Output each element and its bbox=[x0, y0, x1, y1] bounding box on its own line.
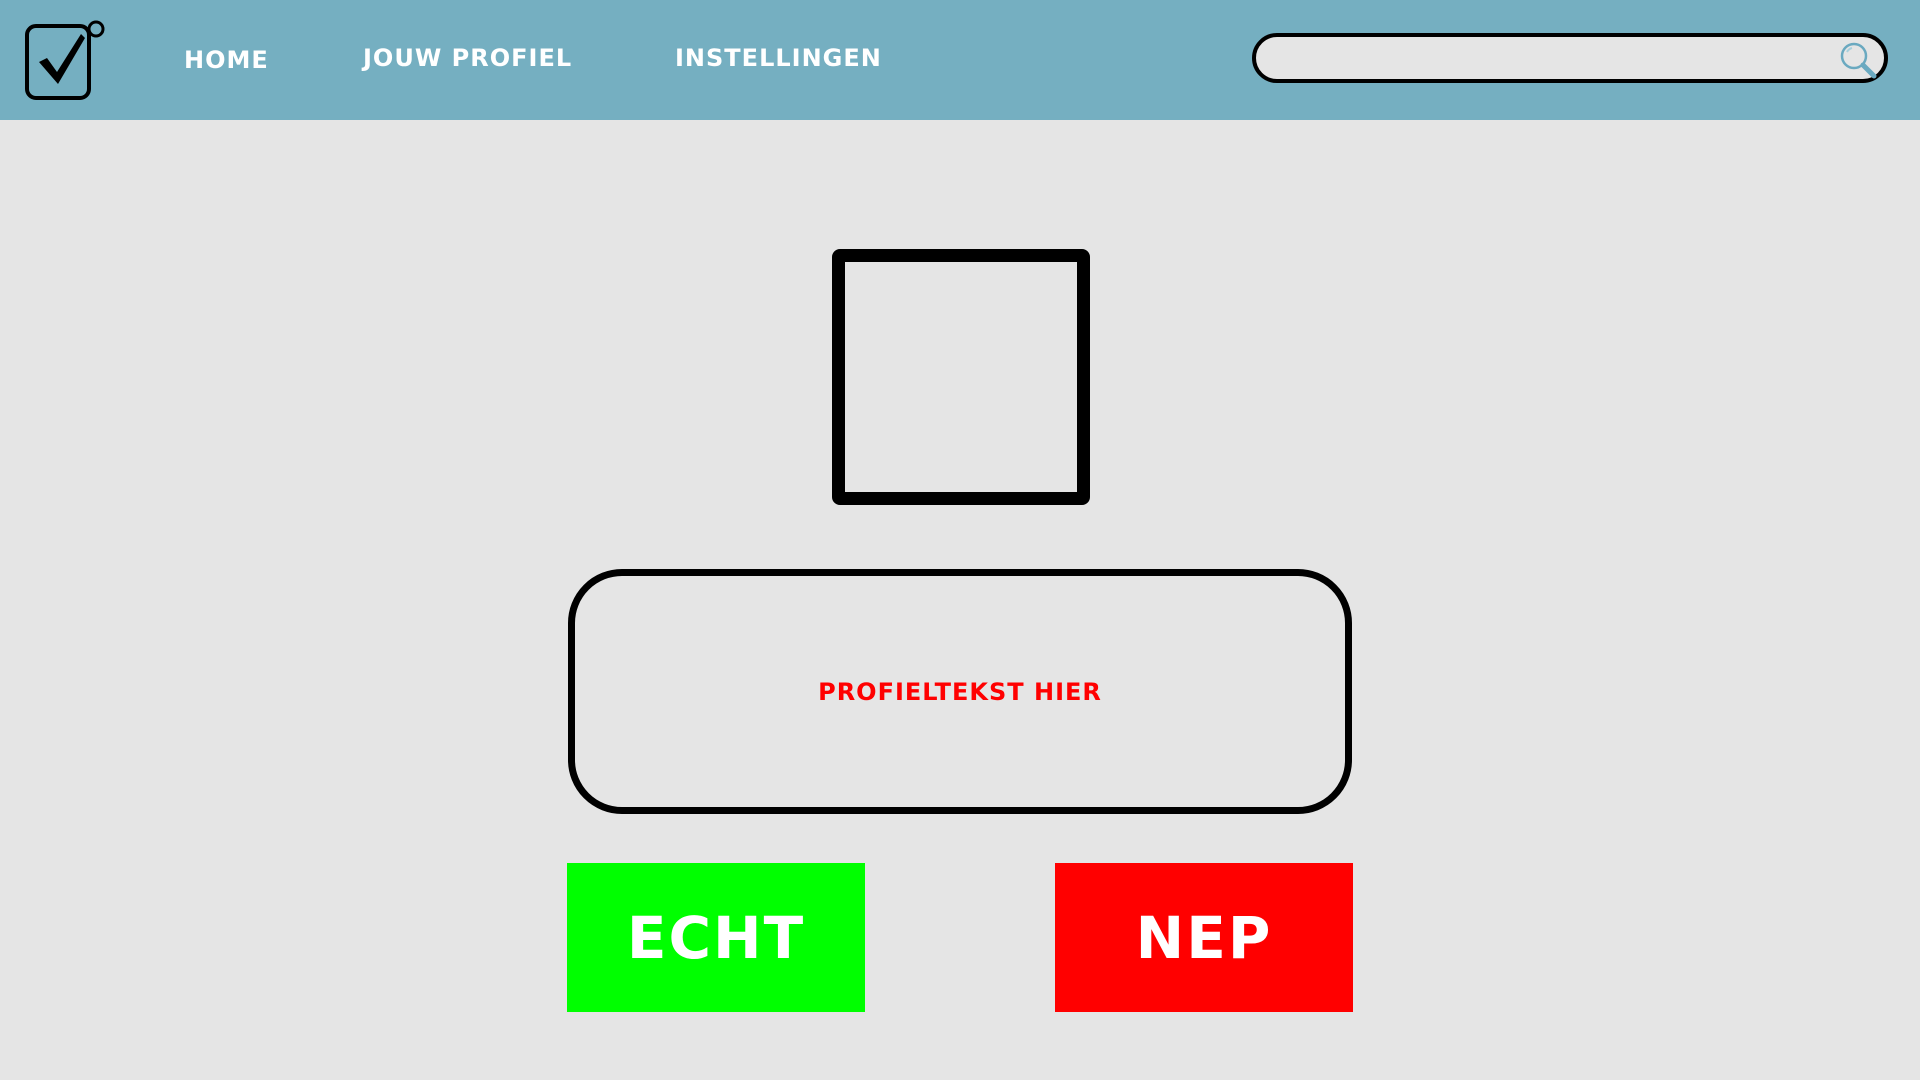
search-icon[interactable] bbox=[1838, 40, 1878, 80]
profile-picture-placeholder bbox=[832, 249, 1090, 505]
nav-instellingen[interactable]: INSTELLINGEN bbox=[675, 44, 882, 72]
profile-text: PROFIELTEKST HIER bbox=[818, 677, 1102, 706]
search-bar bbox=[1252, 33, 1888, 83]
search-input[interactable] bbox=[1276, 43, 1820, 75]
nav-jouw-profiel[interactable]: JOUW PROFIEL bbox=[363, 44, 572, 72]
checkbox-logo-icon[interactable] bbox=[25, 20, 105, 102]
fake-button[interactable]: NEP bbox=[1055, 863, 1353, 1012]
nav-home[interactable]: HOME bbox=[184, 46, 269, 74]
top-navigation-bar: HOME JOUW PROFIEL INSTELLINGEN bbox=[0, 0, 1920, 120]
real-button[interactable]: ECHT bbox=[567, 863, 865, 1012]
profile-text-box: PROFIELTEKST HIER bbox=[568, 569, 1352, 814]
